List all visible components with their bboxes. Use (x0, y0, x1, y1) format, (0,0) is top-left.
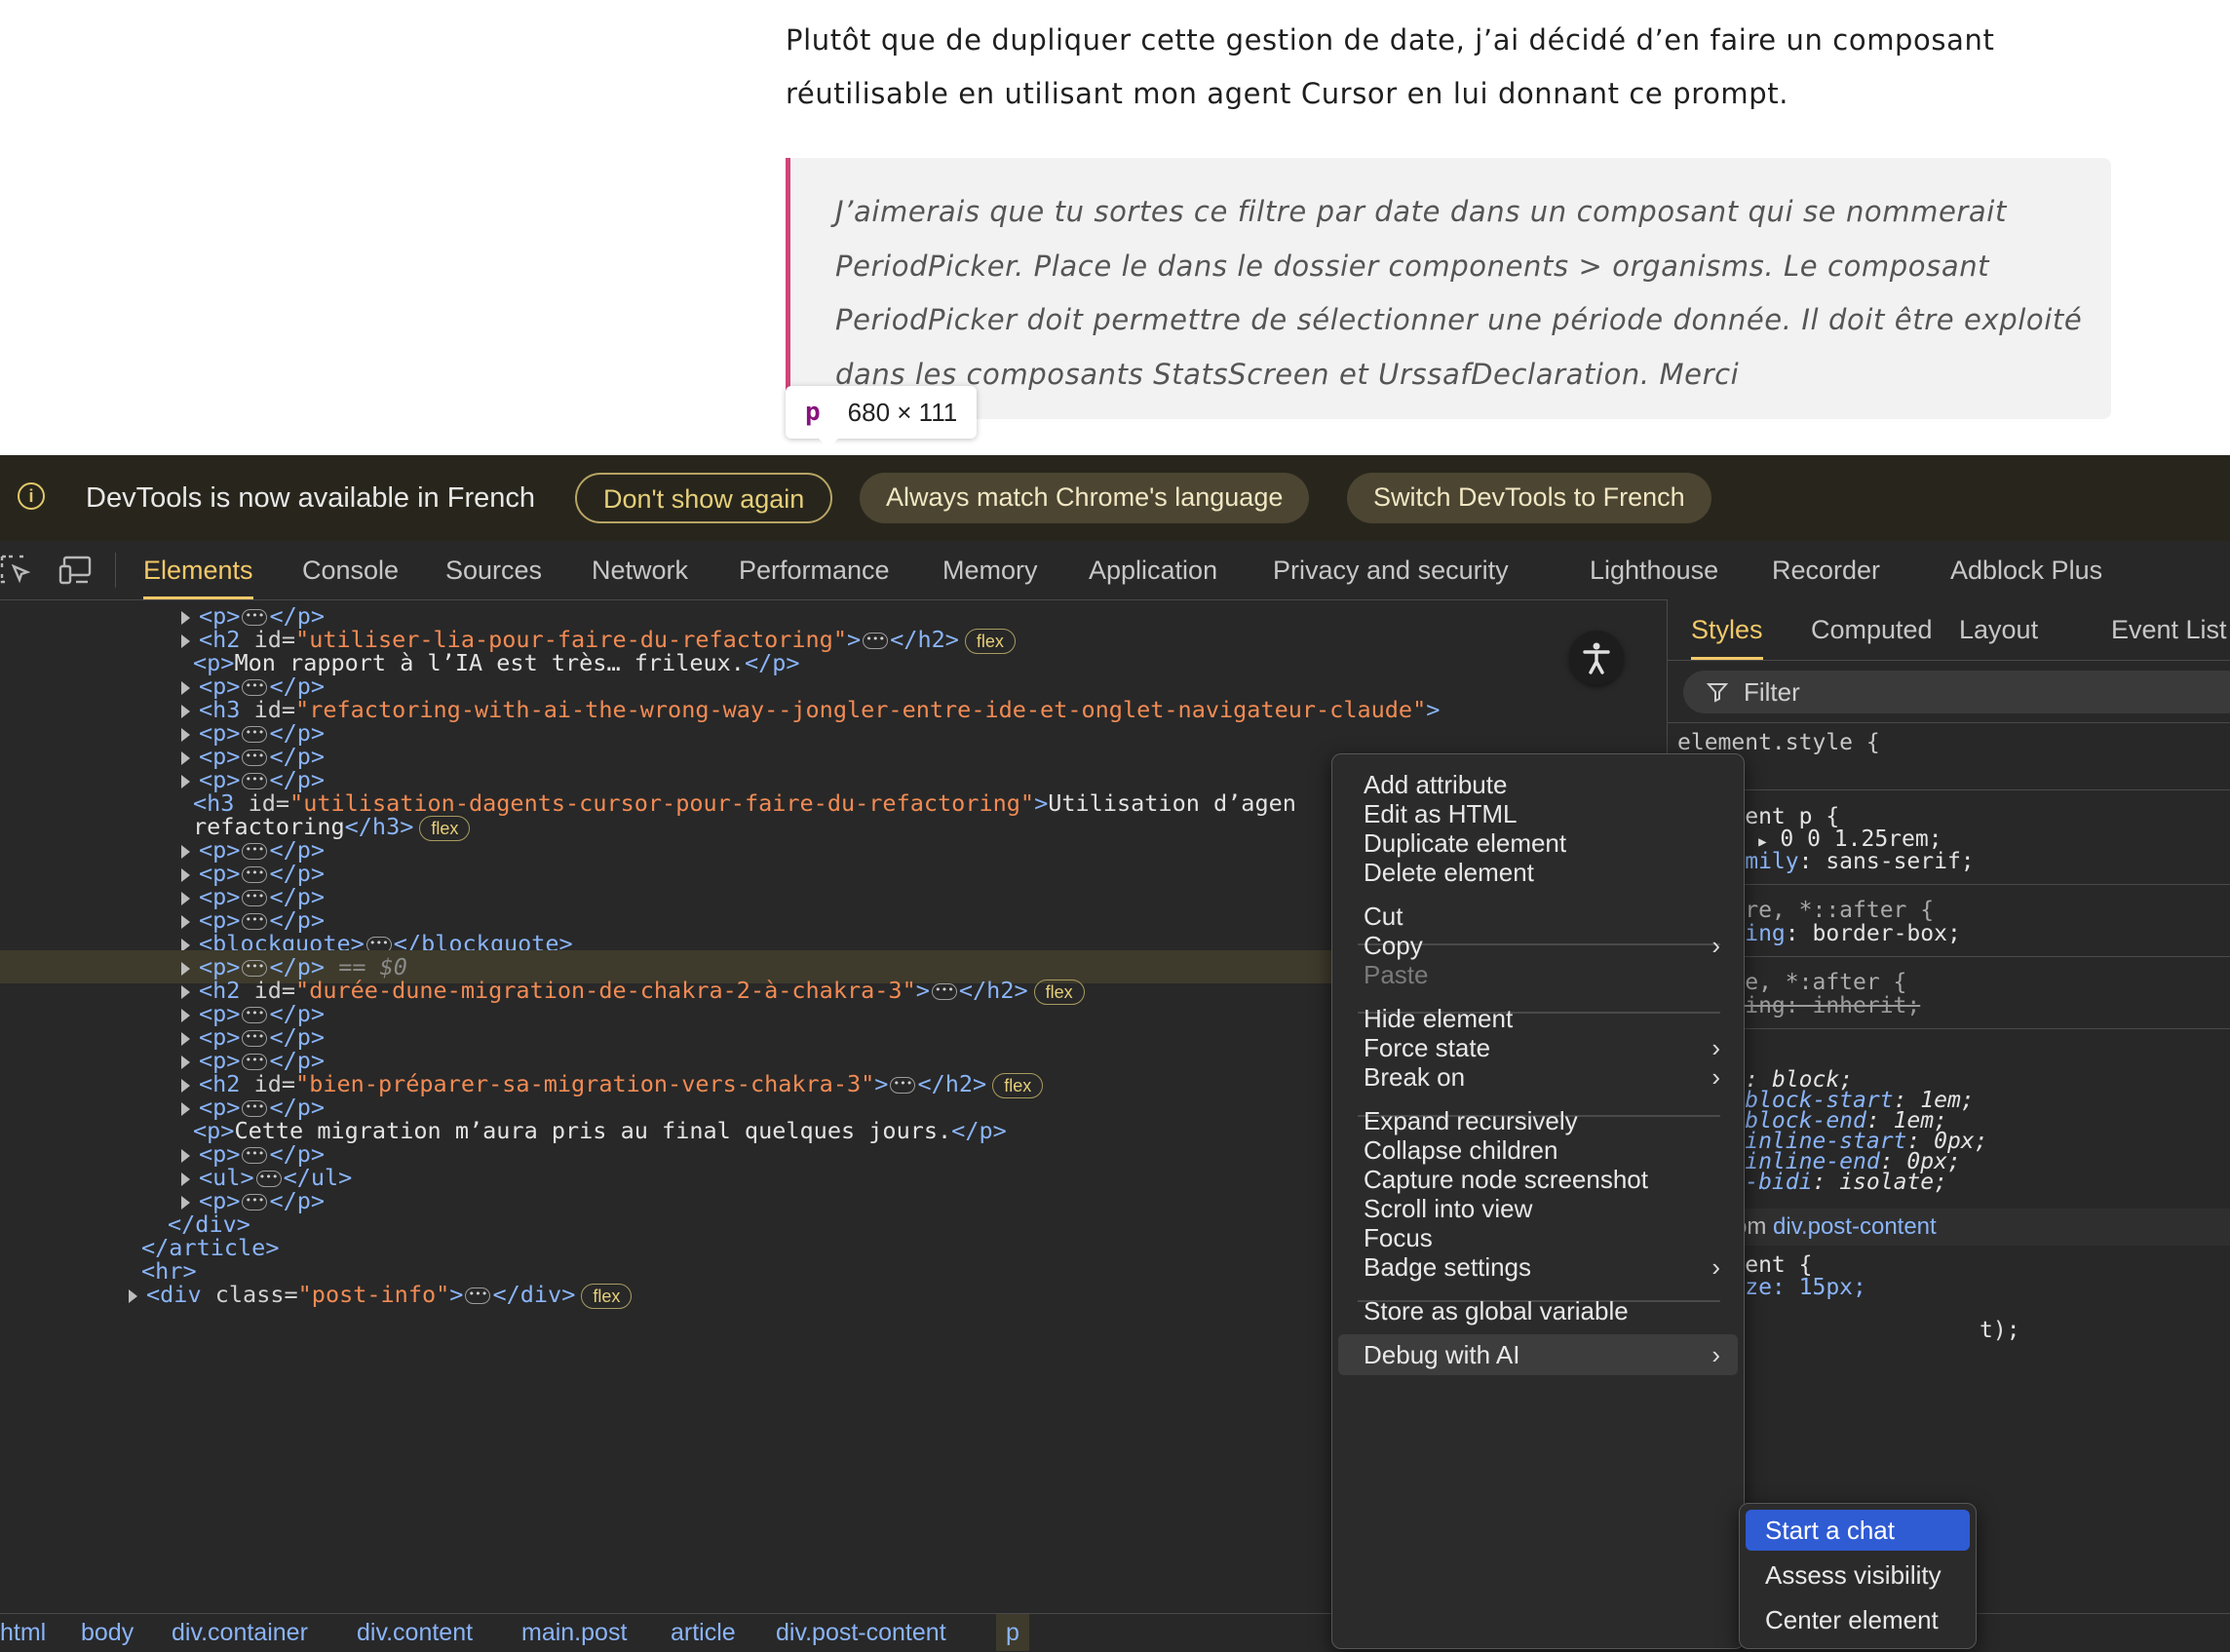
rule-prop-tail[interactable]: t); (1980, 1318, 2020, 1343)
tooltip-tag: p (805, 398, 821, 427)
tab-elements[interactable]: Elements (143, 541, 253, 599)
dont-show-again-button[interactable]: Don't show again (575, 473, 833, 523)
tab-memory[interactable]: Memory (942, 541, 1038, 599)
accessibility-tree-button[interactable] (1569, 631, 1624, 685)
tab-console[interactable]: Console (302, 541, 399, 599)
menu-item-paste: Paste (1364, 960, 1429, 989)
tab-styles[interactable]: Styles (1691, 599, 1763, 660)
tab-computed[interactable]: Computed (1811, 599, 1933, 660)
infobar-message: DevTools is now available in French (86, 482, 535, 514)
menu-item-debug-with-ai[interactable]: Debug with AI › (1338, 1334, 1738, 1375)
context-menu: Add attribute Edit as HTML Duplicate ele… (1331, 753, 1745, 1649)
menu-item-badge-settings[interactable]: Badge settings › (1338, 1247, 1738, 1287)
blockquote: J’aimerais que tu sortes ce filtre par d… (786, 158, 2111, 419)
breadcrumb-div-container[interactable]: div.container (172, 1614, 308, 1651)
breadcrumb-p[interactable]: p (996, 1614, 1029, 1651)
devtools-panel: i DevTools is now available in French Do… (0, 455, 2230, 1652)
filter-icon (1707, 683, 1728, 703)
info-icon: i (18, 482, 45, 510)
flex-badge[interactable]: flex (964, 628, 1016, 654)
tree-node-div-post-info[interactable]: <div class="post-info"> ••• </div> flex (129, 1278, 633, 1311)
tab-lighthouse[interactable]: Lighthouse (1590, 541, 1718, 599)
element-size-tooltip: p 680 × 111 (786, 386, 978, 448)
breadcrumb-div-post-content[interactable]: div.post-content (776, 1614, 946, 1651)
devtools-tabbar: Elements Console Sources Network Perform… (0, 541, 2230, 600)
tab-sources[interactable]: Sources (445, 541, 542, 599)
expand-arrow-icon[interactable] (181, 634, 190, 648)
tab-privacy-security[interactable]: Privacy and security (1273, 541, 1509, 599)
chevron-right-icon: › (1711, 1252, 1720, 1282)
divider (1668, 884, 2230, 885)
tooltip-size: 680 × 111 (847, 397, 958, 427)
flex-badge[interactable]: flex (1033, 979, 1085, 1005)
accessibility-icon (1583, 642, 1610, 674)
tooltip-arrow (819, 439, 838, 448)
debug-with-ai-submenu: Start a chat Assess visibility Center el… (1739, 1503, 1977, 1649)
divider (1668, 956, 2230, 957)
divider (1668, 789, 2230, 790)
ellipsis-icon[interactable]: ••• (863, 633, 889, 649)
breadcrumb-body[interactable]: body (81, 1614, 134, 1651)
breadcrumb-html[interactable]: html (0, 1614, 46, 1651)
submenu-item-assess-visibility[interactable]: Assess visibility (1746, 1555, 1970, 1595)
tab-adblock-plus[interactable]: Adblock Plus (1950, 541, 2102, 599)
divider (1668, 722, 2230, 723)
chevron-right-icon: › (1711, 1062, 1720, 1092)
divider (1668, 1028, 2230, 1029)
ellipsis-icon[interactable]: ••• (890, 1077, 916, 1094)
filter-placeholder: Filter (1744, 677, 1800, 707)
tab-application[interactable]: Application (1089, 541, 1217, 599)
expand-arrow-icon[interactable] (129, 1288, 137, 1303)
blockquote-text: J’aimerais que tu sortes ce filtre par d… (835, 195, 2083, 391)
language-infobar: i DevTools is now available in French Do… (0, 455, 2230, 542)
flex-badge[interactable]: flex (992, 1072, 1044, 1098)
breadcrumb-div-content[interactable]: div.content (357, 1614, 473, 1651)
tabbar-separator (115, 553, 116, 588)
breadcrumb-main-post[interactable]: main.post (521, 1614, 627, 1651)
tree-node-h3[interactable]: <h3 id="refactoring-with-ai-the-wrong-wa… (181, 693, 1440, 726)
always-match-language-button[interactable]: Always match Chrome's language (860, 473, 1310, 523)
menu-item-store-global-variable[interactable]: Store as global variable (1338, 1290, 1738, 1331)
tab-layout[interactable]: Layout (1959, 599, 2038, 660)
ellipsis-icon[interactable]: ••• (931, 983, 957, 1000)
submenu-item-start-chat[interactable]: Start a chat (1746, 1510, 1970, 1551)
breadcrumb-article[interactable]: article (671, 1614, 736, 1651)
article-paragraph: Plutôt que de dupliquer cette gestion de… (786, 23, 1995, 110)
inherited-from-header: ted from div.post-content (1668, 1209, 2230, 1246)
tab-performance[interactable]: Performance (739, 541, 890, 599)
menu-item-delete-element[interactable]: Delete element (1338, 852, 1738, 893)
ellipsis-icon[interactable]: ••• (465, 1287, 491, 1304)
device-toolbar-icon[interactable] (58, 555, 92, 586)
inspect-element-icon[interactable] (0, 555, 33, 586)
expand-arrow-icon[interactable] (181, 1101, 190, 1116)
tab-event-list[interactable]: Event List (2111, 599, 2227, 660)
menu-item-break-on[interactable]: Break on › (1338, 1057, 1738, 1097)
submenu-item-center-element[interactable]: Center element (1746, 1599, 1970, 1640)
inherited-selector-link[interactable]: div.post-content (1773, 1213, 1937, 1240)
tab-recorder[interactable]: Recorder (1772, 541, 1880, 599)
divider (1668, 660, 2230, 661)
expand-arrow-icon[interactable] (181, 774, 190, 788)
flex-badge[interactable]: flex (581, 1283, 633, 1309)
styles-pane: Styles Computed Layout Event List Filter… (1667, 599, 2230, 1613)
element-style-rule[interactable]: element.style { (1677, 730, 1880, 755)
chevron-right-icon: › (1711, 1340, 1720, 1369)
styles-filter-input[interactable]: Filter (1683, 671, 2230, 713)
article-page: Plutôt que de dupliquer cette gestion de… (0, 0, 2230, 455)
flex-badge[interactable]: flex (419, 815, 471, 841)
tab-network[interactable]: Network (592, 541, 688, 599)
switch-to-french-button[interactable]: Switch DevTools to French (1347, 473, 1711, 523)
